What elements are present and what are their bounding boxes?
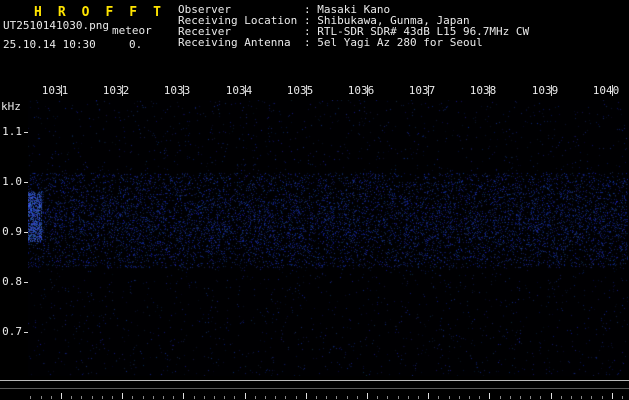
bottom-minute-tick — [122, 393, 123, 399]
bottom-sub-tick — [153, 396, 154, 399]
x-tick-label: 1037 — [408, 84, 436, 97]
bottom-sub-tick — [81, 396, 82, 399]
x-tick-label: 1034 — [225, 84, 253, 97]
bottom-sub-tick — [214, 396, 215, 399]
bottom-sub-tick — [143, 396, 144, 399]
station-name: meteor — [112, 24, 152, 37]
x-tick-label: 1040 — [592, 84, 620, 97]
bottom-minute-tick — [612, 393, 613, 399]
bottom-sub-tick — [173, 396, 174, 399]
bottom-sub-tick — [285, 396, 286, 399]
bottom-sub-tick — [561, 396, 562, 399]
bottom-sub-tick — [234, 396, 235, 399]
bottom-minute-tick — [489, 393, 490, 399]
x-tick — [183, 85, 184, 96]
bottom-sub-tick — [204, 396, 205, 399]
bottom-sub-tick — [102, 396, 103, 399]
bottom-sub-tick — [255, 396, 256, 399]
x-tick-label: 1032 — [102, 84, 130, 97]
spectrogram-canvas — [28, 100, 628, 376]
bottom-sub-tick — [296, 396, 297, 399]
x-tick-label: 1038 — [469, 84, 497, 97]
y-tick-label: 0.9 — [2, 225, 22, 238]
bottom-sub-tick — [132, 396, 133, 399]
bottom-minute-tick — [306, 393, 307, 399]
bottom-sub-tick — [622, 396, 623, 399]
app-title: HROFFT — [34, 5, 177, 20]
datetime-label: 25.10.14 10:30 — [3, 38, 96, 51]
bottom-sub-tick — [530, 396, 531, 399]
bottom-sub-tick — [438, 396, 439, 399]
x-tick — [61, 85, 62, 96]
y-axis-unit: kHz — [1, 100, 21, 113]
bottom-sub-tick — [520, 396, 521, 399]
bottom-sub-tick — [336, 396, 337, 399]
bottom-minute-tick — [367, 393, 368, 399]
signal-level-baseline — [0, 388, 629, 389]
info-value: : 5el Yagi Az 280 for Seoul — [304, 36, 483, 49]
bottom-sub-tick — [408, 396, 409, 399]
bottom-sub-tick — [163, 396, 164, 399]
bottom-sub-tick — [449, 396, 450, 399]
bottom-sub-tick — [30, 396, 31, 399]
bottom-sub-tick — [418, 396, 419, 399]
x-tick-label: 1033 — [163, 84, 191, 97]
bottom-sub-tick — [347, 396, 348, 399]
bottom-sub-tick — [265, 396, 266, 399]
y-tick-label: 0.8 — [2, 275, 22, 288]
x-tick-label: 1039 — [531, 84, 559, 97]
station-info-block: Observer: Masaki Kano Receiving Location:… — [178, 4, 529, 48]
x-tick — [551, 85, 552, 96]
bottom-sub-tick — [112, 396, 113, 399]
bottom-sub-tick — [224, 396, 225, 399]
info-row: Receiving Antenna : 5el Yagi Az 280 for S… — [178, 37, 529, 48]
bottom-sub-tick — [398, 396, 399, 399]
bottom-sub-tick — [571, 396, 572, 399]
bottom-sub-tick — [326, 396, 327, 399]
bottom-sub-tick — [357, 396, 358, 399]
x-tick — [612, 85, 613, 96]
hrofft-window: HROFFT UT2510141030.png meteor 25.10.14 … — [0, 0, 629, 400]
bottom-sub-tick — [275, 396, 276, 399]
info-label: Receiving Antenna — [178, 36, 291, 49]
x-tick — [245, 85, 246, 96]
x-tick — [428, 85, 429, 96]
output-filename: UT2510141030.png — [3, 19, 109, 32]
bottom-sub-tick — [459, 396, 460, 399]
bottom-minute-tick — [551, 393, 552, 399]
bottom-sub-tick — [500, 396, 501, 399]
bottom-sub-tick — [469, 396, 470, 399]
bottom-sub-tick — [387, 396, 388, 399]
bottom-sub-tick — [377, 396, 378, 399]
x-tick — [122, 85, 123, 96]
bottom-sub-tick — [92, 396, 93, 399]
echo-counter: 0. — [129, 38, 143, 51]
bottom-sub-tick — [51, 396, 52, 399]
bottom-sub-tick — [510, 396, 511, 399]
bottom-sub-tick — [602, 396, 603, 399]
x-tick-label: 1036 — [347, 84, 375, 97]
y-tick-label: 0.7 — [2, 325, 22, 338]
y-tick-label: 1.0 — [2, 175, 22, 188]
bottom-minute-tick — [183, 393, 184, 399]
bottom-sub-tick — [316, 396, 317, 399]
bottom-sub-tick — [71, 396, 72, 399]
bottom-minute-tick — [428, 393, 429, 399]
bottom-sub-tick — [41, 396, 42, 399]
bottom-sub-tick — [591, 396, 592, 399]
x-tick-label: 1031 — [41, 84, 69, 97]
bottom-sub-tick — [581, 396, 582, 399]
bottom-sub-tick — [194, 396, 195, 399]
x-tick-label: 1035 — [286, 84, 314, 97]
x-tick — [306, 85, 307, 96]
x-tick — [367, 85, 368, 96]
bottom-sub-tick — [540, 396, 541, 399]
bottom-minute-tick — [245, 393, 246, 399]
bottom-sub-tick — [479, 396, 480, 399]
signal-level-line — [0, 380, 629, 381]
bottom-minute-tick — [61, 393, 62, 399]
y-tick-label: 1.1 — [2, 125, 22, 138]
x-tick — [489, 85, 490, 96]
